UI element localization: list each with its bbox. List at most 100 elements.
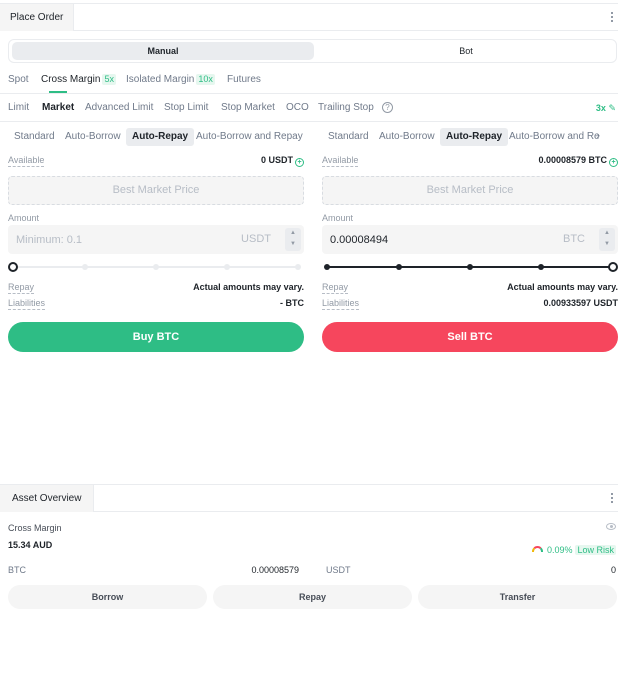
tab-spot[interactable]: Spot (8, 73, 29, 87)
slider-mark-50[interactable] (467, 264, 473, 270)
repay-label: Repay (8, 282, 35, 294)
sell-amount-input[interactable] (330, 231, 550, 248)
leverage-badge: 10x (196, 74, 215, 85)
amount-stepper[interactable]: ▲ ▼ (285, 228, 301, 251)
available-label: Available (8, 155, 45, 167)
sell-mode-auto-repay[interactable]: Auto-Repay (440, 128, 509, 146)
increment-icon[interactable]: ▲ (599, 228, 615, 239)
balance-amount-usdt: 0 (610, 565, 616, 575)
repay-value: Actual amounts may vary. (193, 282, 304, 292)
buy-mode-auto-repay[interactable]: Auto-Repay (126, 128, 195, 146)
slider-mark-25[interactable] (82, 264, 88, 270)
order-type-stop-market[interactable]: Stop Market (221, 101, 275, 115)
transfer-plus-icon[interactable]: + (609, 158, 618, 167)
risk-ratio: 0.09% (546, 545, 573, 555)
order-type-stop-limit[interactable]: Stop Limit (164, 101, 208, 115)
repay-button[interactable]: Repay (213, 585, 412, 609)
decrement-icon[interactable]: ▼ (599, 239, 615, 250)
buy-form: Standard Auto-Borrow Auto-Repay Auto-Bor… (8, 124, 304, 364)
risk-level-badge: Low Risk (575, 545, 616, 555)
available-amount: 0 USDT (260, 155, 293, 165)
transfer-plus-icon[interactable]: + (295, 158, 304, 167)
slider-mark-75[interactable] (538, 264, 544, 270)
question-circle-icon[interactable]: ? (382, 102, 393, 113)
tab-cross-margin[interactable]: Cross Margin 5x (41, 73, 116, 87)
liabilities-value: 0.00933597 USDT (543, 298, 618, 308)
tab-label: Spot (8, 74, 29, 85)
borrow-button[interactable]: Borrow (8, 585, 207, 609)
sell-form: Standard Auto-Borrow Auto-Repay Auto-Bor… (322, 124, 618, 364)
tab-isolated-margin[interactable]: Isolated Margin 10x (126, 73, 215, 87)
amount-label: Amount (8, 213, 40, 223)
buy-mode-standard[interactable]: Standard (8, 128, 61, 146)
transfer-button[interactable]: Transfer (418, 585, 617, 609)
edit-icon: ✎ (608, 103, 616, 113)
amount-field: USDT ▲ ▼ (8, 225, 304, 254)
account-value: 15.34 AUD (8, 540, 53, 550)
more-options-icon[interactable] (611, 12, 614, 24)
eye-icon[interactable] (606, 523, 616, 530)
price-field: Best Market Price (322, 176, 618, 205)
liabilities-label: Liabilities (8, 298, 46, 310)
gauge-icon (531, 546, 543, 552)
account-type-label: Cross Margin (8, 523, 62, 533)
slider-mark-0[interactable] (324, 264, 330, 270)
available-value: 0.00008579 BTC + (538, 155, 618, 167)
buy-mode-auto-borrow-and-repay[interactable]: Auto-Borrow and Repay (190, 128, 309, 146)
liabilities-label: Liabilities (322, 298, 360, 310)
available-label: Available (322, 155, 359, 167)
leverage-button[interactable]: 3x ✎ (596, 101, 616, 115)
buy-amount-slider[interactable] (8, 262, 304, 272)
asset-overview-tab[interactable]: Asset Overview (0, 485, 95, 512)
manual-bot-toggle: Manual Bot (8, 39, 617, 63)
slider-mark-100[interactable] (295, 264, 301, 270)
buy-button[interactable]: Buy BTC (8, 322, 304, 352)
chevron-right-icon[interactable]: › (596, 130, 600, 142)
place-order-tab[interactable]: Place Order (0, 4, 75, 31)
amount-field: BTC ▲ ▼ (322, 225, 618, 254)
leverage-value: 3x (595, 103, 606, 113)
tab-futures[interactable]: Futures (227, 73, 261, 87)
tab-label: Futures (227, 74, 261, 85)
tab-label: Isolated Margin (126, 74, 195, 85)
slider-mark-50[interactable] (153, 264, 159, 270)
place-order-header: Place Order (0, 3, 618, 31)
sell-button[interactable]: Sell BTC (322, 322, 618, 352)
more-options-icon[interactable] (611, 493, 614, 505)
order-type-advanced-limit[interactable]: Advanced Limit (85, 101, 153, 115)
asset-overview-header: Asset Overview (0, 484, 618, 512)
buy-amount-input[interactable] (16, 231, 236, 248)
slider-mark-75[interactable] (224, 264, 230, 270)
bot-mode-button[interactable]: Bot (318, 42, 614, 60)
amount-stepper[interactable]: ▲ ▼ (599, 228, 615, 251)
sell-amount-slider[interactable] (322, 262, 618, 272)
order-type-oco[interactable]: OCO (286, 101, 309, 115)
order-type-market[interactable]: Market (42, 101, 74, 115)
increment-icon[interactable]: ▲ (285, 228, 301, 239)
order-type-trailing-stop[interactable]: Trailing Stop (318, 101, 374, 115)
leverage-badge: 5x (102, 74, 116, 85)
liabilities-value: - BTC (280, 298, 304, 308)
buy-mode-auto-borrow[interactable]: Auto-Borrow (59, 128, 127, 146)
balance-asset-usdt: USDT (326, 565, 351, 575)
slider-mark-25[interactable] (396, 264, 402, 270)
tab-label: Cross Margin (41, 74, 101, 85)
decrement-icon[interactable]: ▼ (285, 239, 301, 250)
sell-mode-auto-borrow-and-repay[interactable]: Auto-Borrow and Re (503, 128, 606, 146)
balance-amount-btc: 0.00008579 (251, 565, 299, 575)
amount-unit: BTC (563, 233, 585, 245)
repay-label: Repay (322, 282, 349, 294)
slider-handle[interactable] (8, 262, 18, 272)
available-amount: 0.00008579 BTC (538, 155, 607, 165)
amount-unit: USDT (241, 233, 271, 245)
sell-mode-standard[interactable]: Standard (322, 128, 375, 146)
price-field: Best Market Price (8, 176, 304, 205)
amount-label: Amount (322, 213, 354, 223)
divider (0, 93, 618, 94)
manual-mode-button[interactable]: Manual (12, 42, 314, 60)
order-type-limit[interactable]: Limit (8, 101, 29, 115)
sell-mode-auto-borrow[interactable]: Auto-Borrow (373, 128, 441, 146)
slider-handle[interactable] (608, 262, 618, 272)
repay-value: Actual amounts may vary. (507, 282, 618, 292)
divider (0, 121, 618, 122)
